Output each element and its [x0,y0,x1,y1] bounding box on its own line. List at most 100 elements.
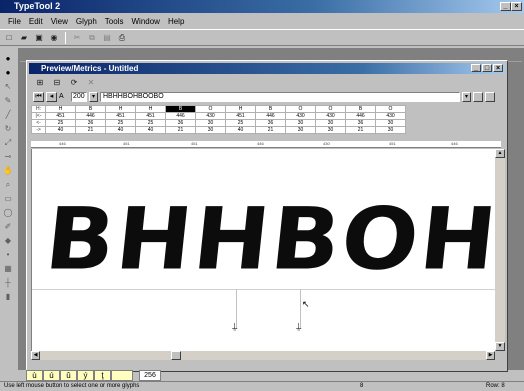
glyph-cell[interactable]: H [225,105,256,113]
preview-text-field[interactable]: HBHHBOHBOOBO [100,91,460,102]
brush-tool-icon[interactable]: ✐ [3,222,13,231]
window-close-button[interactable]: × [493,64,503,72]
lsb-cell[interactable]: 36 [345,119,376,127]
glyph-cell-selected[interactable]: B [165,105,196,113]
glyph-cell[interactable]: H [135,105,166,113]
menu-view[interactable]: View [47,17,72,26]
options-button[interactable] [485,91,495,102]
rsb-cell[interactable]: 21 [345,126,376,134]
size-dropdown-button[interactable]: ▾ [89,91,98,102]
glyph-strip-cell[interactable]: ţ [94,370,111,381]
scale-tool-icon[interactable]: ⤢ [3,138,13,147]
glyph-cell[interactable]: B [75,105,106,113]
width-cell[interactable]: 446 [165,112,196,120]
lsb-cell[interactable]: 36 [75,119,106,127]
width-cell[interactable]: 451 [105,112,136,120]
anchor-icon[interactable]: ⍊ [232,321,237,332]
arrow-tool-icon[interactable]: ↖ [3,82,13,91]
anchor-icon[interactable]: ⍊ [296,321,301,332]
clear-icon[interactable]: ✕ [84,76,98,89]
print-icon[interactable]: ⎙ [115,31,129,44]
rect-tool-icon[interactable]: ▭ [3,194,13,203]
paste-icon[interactable]: ▤ [100,31,114,44]
metrics-mode-icon[interactable]: ⊞ [33,76,47,89]
open-folder-icon[interactable]: ▰ [17,31,31,44]
width-cell[interactable]: 430 [315,112,346,120]
ruler-tool-icon[interactable]: ▮ [3,292,13,301]
glyph-cell[interactable]: B [345,105,376,113]
rsb-cell[interactable]: 30 [195,126,226,134]
text-dropdown-button[interactable]: ▾ [462,91,471,102]
prev-icon[interactable]: ● [3,54,13,63]
rsb-cell[interactable]: 30 [375,126,406,134]
width-cell[interactable]: 451 [225,112,256,120]
glyph-cell[interactable]: H [105,105,136,113]
zoom-tool-icon[interactable]: ⌕ [3,180,13,189]
window-title-bar[interactable]: Preview/Metrics - Untitled [29,63,505,74]
width-cell[interactable]: 430 [285,112,316,120]
lsb-cell[interactable]: 30 [195,119,226,127]
lsb-cell[interactable]: 30 [315,119,346,127]
rotate-tool-icon[interactable]: ↻ [3,124,13,133]
width-cell[interactable]: 446 [255,112,286,120]
window-minimize-button[interactable]: _ [471,64,481,72]
menu-tools[interactable]: Tools [101,17,128,26]
glyph-cell[interactable]: B [255,105,286,113]
minimize-button[interactable]: _ [500,2,511,11]
glyph-cell[interactable]: H [45,105,76,113]
window-maximize-button[interactable]: □ [482,64,492,72]
glyph-cell[interactable]: O [375,105,406,113]
menu-file[interactable]: File [4,17,25,26]
lsb-cell[interactable]: 25 [225,119,256,127]
width-cell[interactable]: 446 [75,112,106,120]
point-tool-icon[interactable]: • [3,250,13,259]
first-glyph-button[interactable]: ⏮ [33,91,44,102]
width-cell[interactable]: 430 [375,112,406,120]
apply-button[interactable] [473,91,483,102]
fill-tool-icon[interactable]: ◆ [3,236,13,245]
glyph-code-field[interactable]: 256 [139,370,161,381]
measure-tool-icon[interactable]: ⊸ [3,152,13,161]
size-field[interactable]: 200 [71,91,87,102]
glyph-cell[interactable]: O [285,105,316,113]
lsb-cell[interactable]: 36 [255,119,286,127]
rsb-cell[interactable]: 40 [135,126,166,134]
glyph-cell[interactable]: O [195,105,226,113]
horizontal-scrollbar[interactable]: ◀ ▶ [31,351,495,360]
guide-tool-icon[interactable]: ┼ [3,278,13,287]
rsb-cell[interactable]: 30 [285,126,316,134]
width-cell[interactable]: 430 [195,112,226,120]
lsb-cell[interactable]: 25 [105,119,136,127]
ellipse-tool-icon[interactable]: ◯ [3,208,13,217]
hand-tool-icon[interactable]: ✋ [3,166,13,175]
pen-tool-icon[interactable]: ✎ [3,96,13,105]
rsb-cell[interactable]: 21 [165,126,196,134]
lsb-cell[interactable]: 36 [165,119,196,127]
close-button[interactable]: × [511,2,522,11]
rsb-cell[interactable]: 21 [255,126,286,134]
rsb-cell[interactable]: 40 [45,126,76,134]
lsb-cell[interactable]: 30 [285,119,316,127]
lsb-cell[interactable]: 25 [45,119,76,127]
rsb-cell[interactable]: 30 [315,126,346,134]
lsb-cell[interactable]: 25 [135,119,166,127]
scroll-down-button[interactable]: ▼ [495,342,505,351]
rsb-cell[interactable]: 21 [75,126,106,134]
refresh-icon[interactable]: ⟳ [67,76,81,89]
menu-help[interactable]: Help [164,17,188,26]
width-cell[interactable]: 451 [45,112,76,120]
menu-window[interactable]: Window [127,17,163,26]
width-cell[interactable]: 451 [135,112,166,120]
glyph-strip-cell[interactable]: ù [26,370,43,381]
scroll-up-button[interactable]: ▲ [495,149,505,158]
layer-tool-icon[interactable]: ▦ [3,264,13,273]
cut-icon[interactable]: ✂ [70,31,84,44]
glyph-strip-cell[interactable] [111,370,133,381]
font-info-icon[interactable]: ◉ [47,31,61,44]
glyph-strip-cell[interactable]: ý [77,370,94,381]
menu-glyph[interactable]: Glyph [72,17,101,26]
next-icon[interactable]: ● [3,68,13,77]
rsb-cell[interactable]: 40 [105,126,136,134]
glyph-strip-cell[interactable]: ú [43,370,60,381]
vertical-scrollbar[interactable]: ▲ ▼ [495,149,505,351]
